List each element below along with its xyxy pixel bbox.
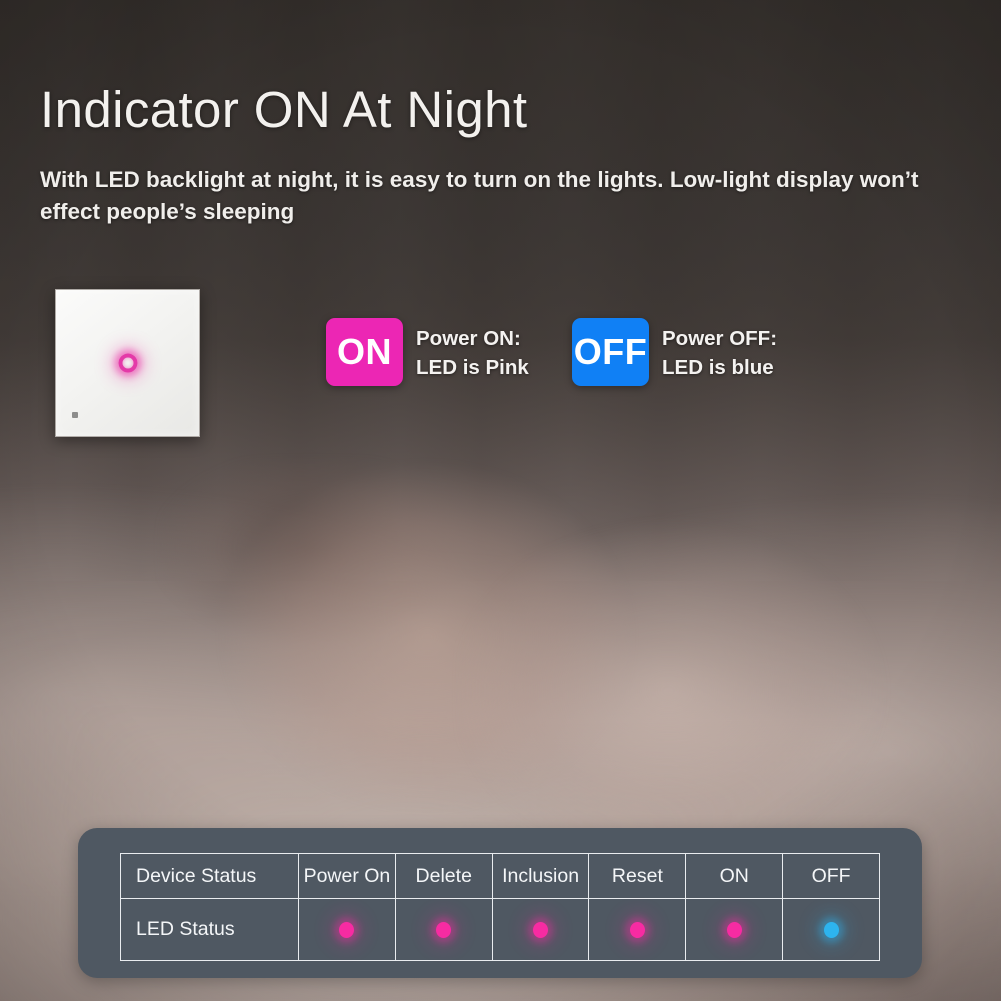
table-header-power-on: Power On xyxy=(298,853,396,899)
wall-switch-panel xyxy=(55,289,200,437)
led-indicator-pink-icon xyxy=(629,921,645,938)
led-indicator-pink-icon xyxy=(726,921,742,938)
led-indicator-blue-icon xyxy=(823,921,839,938)
led-cell-reset xyxy=(588,898,687,961)
table-header-device-status: Device Status xyxy=(120,853,299,899)
legend-power-on-line2: LED is Pink xyxy=(416,356,529,380)
off-badge: OFF xyxy=(572,318,649,386)
led-cell-inclusion xyxy=(491,898,590,961)
on-badge: ON xyxy=(326,318,403,386)
table-header-reset: Reset xyxy=(588,853,687,899)
product-marketing-banner: Indicator ON At Night With LED backlight… xyxy=(0,0,1001,1001)
status-table: Device Status Power On Delete Inclusion … xyxy=(120,853,880,961)
legend-power-off: OFF Power OFF: LED is blue xyxy=(572,318,777,386)
switch-sensor-dot-icon xyxy=(72,412,78,418)
legend-power-on-text: Power ON: LED is Pink xyxy=(416,324,529,382)
page-subtitle: With LED backlight at night, it is easy … xyxy=(40,167,919,224)
led-indicator-pink-icon xyxy=(533,921,549,938)
led-cell-delete xyxy=(394,898,493,961)
table-header-inclusion: Inclusion xyxy=(491,853,590,899)
table-header-led-status: LED Status xyxy=(120,898,299,961)
table-header-off: OFF xyxy=(782,853,880,899)
legend-power-off-text: Power OFF: LED is blue xyxy=(662,324,777,382)
led-ring-indicator-icon xyxy=(118,353,137,373)
led-cell-on xyxy=(685,898,784,961)
led-cell-off xyxy=(782,898,880,961)
led-indicator-pink-icon xyxy=(339,921,355,938)
table-row-device-status: Device Status Power On Delete Inclusion … xyxy=(120,853,880,899)
legend-power-on: ON Power ON: LED is Pink xyxy=(326,318,529,386)
status-table-panel: Device Status Power On Delete Inclusion … xyxy=(78,828,922,978)
page-title: Indicator ON At Night xyxy=(40,81,528,138)
table-header-delete: Delete xyxy=(394,853,493,899)
led-indicator-pink-icon xyxy=(436,921,452,938)
led-cell-power-on xyxy=(298,898,396,961)
legend-power-off-line1: Power OFF: xyxy=(662,327,778,350)
table-header-on: ON xyxy=(685,853,784,899)
legend-power-off-line2: LED is blue xyxy=(662,356,774,380)
legend-power-on-line1: Power ON: xyxy=(416,327,521,350)
table-row-led-status: LED Status xyxy=(120,898,880,961)
